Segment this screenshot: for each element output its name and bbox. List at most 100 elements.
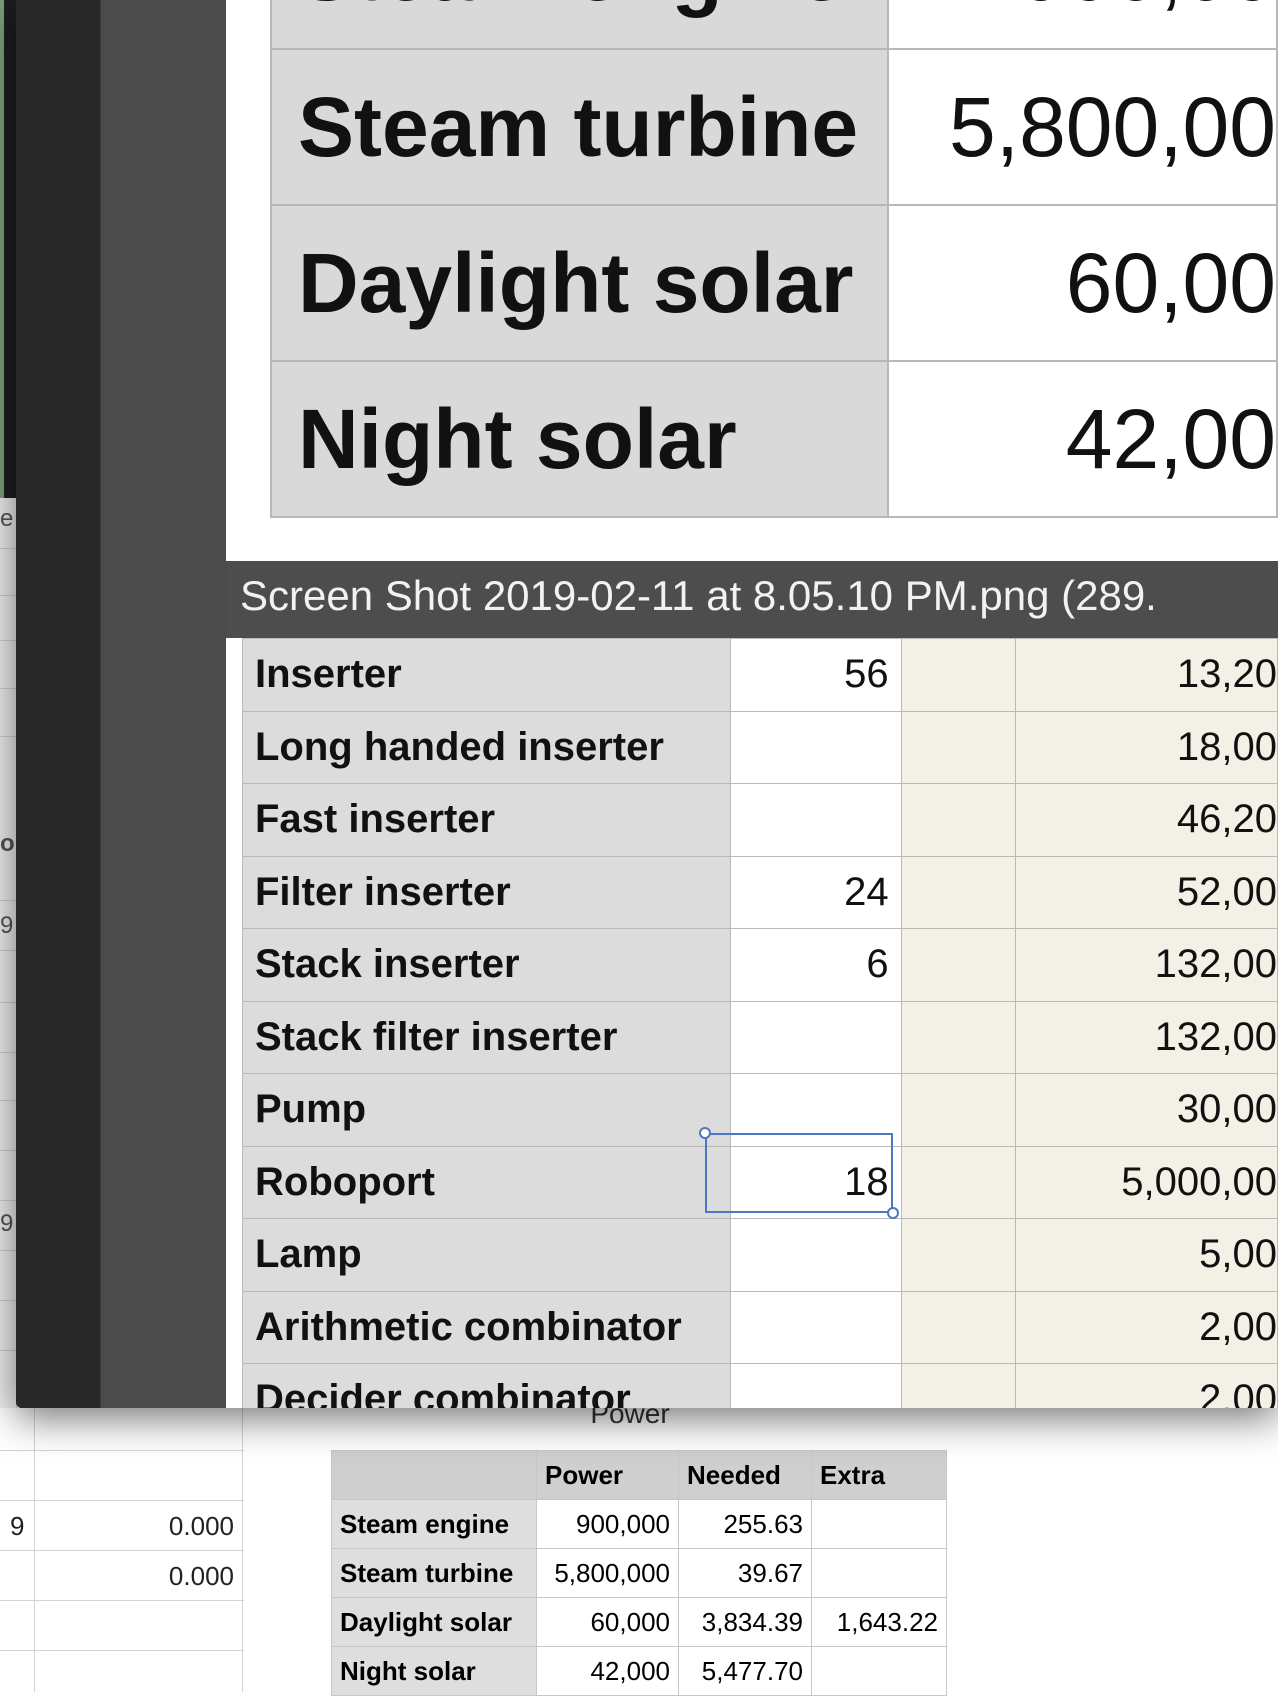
cell-power[interactable]: 42,000: [536, 1646, 679, 1696]
row-label: Filter inserter: [241, 855, 732, 929]
table-row: Filter inserter 24 52,00: [241, 855, 1278, 929]
image-power-table: Steam engine 900,00 Steam turbine 5,800,…: [270, 0, 1278, 518]
row-label: Stack inserter: [241, 928, 732, 1002]
table-row: Decider combinator 2,00: [241, 1363, 1278, 1408]
image-sheet-table: Inserter 56 13,20 Long handed inserter 18,00…: [241, 638, 1278, 1408]
selection-handle-top-left[interactable]: [699, 1127, 711, 1139]
table-row: Arithmetic combinator 2,00: [241, 1290, 1278, 1364]
grid-line: [0, 1450, 244, 1451]
left-edge-text: o: [0, 830, 15, 857]
cell-value[interactable]: 0.000: [150, 1511, 234, 1542]
row-label[interactable]: Night solar: [331, 1646, 537, 1696]
cell-extra[interactable]: [811, 1646, 947, 1696]
left-divider: [0, 1052, 16, 1053]
column-header[interactable]: Needed: [678, 1450, 812, 1500]
cell-needed[interactable]: 3,834.39: [678, 1597, 812, 1647]
selection-handle-bottom-right[interactable]: [887, 1207, 899, 1219]
cell-value: 60,00: [886, 204, 1278, 362]
cell-needed[interactable]: 39.67: [678, 1548, 812, 1598]
row-label[interactable]: Daylight solar: [331, 1597, 537, 1647]
cell-value[interactable]: 9: [10, 1511, 24, 1542]
cell-needed[interactable]: 5,477.70: [678, 1646, 812, 1696]
row-label[interactable]: Steam turbine: [331, 1548, 537, 1598]
cell-power: 132,00: [1015, 1000, 1278, 1074]
table-row: Long handed inserter 18,00: [241, 710, 1278, 784]
cell-empty: [900, 1363, 1017, 1408]
cell-quantity: 56: [730, 638, 902, 712]
cell-empty: [900, 1000, 1017, 1074]
table-row: Stack inserter 6 132,00: [241, 928, 1278, 1002]
cell-power[interactable]: 60,000: [536, 1597, 679, 1647]
cell-empty: [900, 1073, 1017, 1147]
row-label: Stack filter inserter: [241, 1000, 732, 1074]
left-divider: [0, 1300, 16, 1301]
cell-power[interactable]: 5,800,000: [536, 1548, 679, 1598]
cell-extra[interactable]: [811, 1499, 947, 1549]
row-label: Roboport: [241, 1145, 732, 1219]
grid-line: [0, 1500, 244, 1501]
row-label: Inserter: [241, 638, 732, 712]
preview-window: Steam engine 900,00 Steam turbine 5,800,…: [16, 0, 1278, 1408]
cell-quantity: 24: [730, 855, 902, 929]
row-label: Decider combinator: [241, 1363, 732, 1408]
row-label: Steam turbine: [270, 48, 889, 206]
cell-quantity: [730, 1000, 902, 1074]
table-row: Steam turbine 5,800,00: [270, 48, 1278, 206]
cell-value: 900,00: [886, 0, 1278, 50]
table-row: Fast inserter 46,20: [241, 783, 1278, 857]
left-divider: [0, 595, 16, 596]
left-edge-text: e: [0, 505, 14, 532]
table-row: Steam engine 900,000 255.63: [331, 1499, 947, 1549]
grid-line: [0, 1600, 244, 1601]
table-row: Daylight solar 60,000 3,834.39 1,643.22: [331, 1597, 947, 1647]
left-divider: [0, 900, 16, 901]
column-header[interactable]: Power: [536, 1450, 679, 1500]
cell-power: 18,00: [1015, 710, 1278, 784]
preview-sidebar: [16, 0, 100, 1408]
row-label[interactable]: Steam engine: [331, 1499, 537, 1549]
cell-value: 42,00: [886, 360, 1278, 518]
cell-empty: [900, 928, 1017, 1002]
table-row: Lamp 5,00: [241, 1218, 1278, 1292]
left-divider: [0, 548, 16, 549]
table-row: Inserter 56 13,20: [241, 638, 1278, 712]
row-label: Long handed inserter: [241, 710, 732, 784]
cell-value[interactable]: 0.000: [150, 1561, 234, 1592]
cell-power: 2,00: [1015, 1363, 1278, 1408]
left-edge-text: 9: [0, 1210, 14, 1237]
table-row: Steam engine 900,00: [270, 0, 1278, 50]
cell-quantity: [730, 783, 902, 857]
selected-cell-outline: [705, 1133, 893, 1213]
cell-power: 52,00: [1015, 855, 1278, 929]
cell-power: 46,20: [1015, 783, 1278, 857]
cell-quantity: [730, 1290, 902, 1364]
left-app-accent: [0, 0, 4, 500]
cell-extra[interactable]: 1,643.22: [811, 1597, 947, 1647]
row-label: Arithmetic combinator: [241, 1290, 732, 1364]
cell-power: 13,20: [1015, 638, 1278, 712]
row-label: Lamp: [241, 1218, 732, 1292]
cell-extra[interactable]: [811, 1548, 947, 1598]
cell-quantity: 6: [730, 928, 902, 1002]
cell-power: 30,00: [1015, 1073, 1278, 1147]
cell-quantity: [730, 710, 902, 784]
power-table: Power Needed Extra Steam engine 900,000 …: [331, 1450, 947, 1696]
table-row: Daylight solar 60,00: [270, 204, 1278, 362]
thumbnail-pane: [100, 0, 227, 1408]
left-divider: [0, 688, 16, 689]
cell-needed[interactable]: 255.63: [678, 1499, 812, 1549]
row-label: Pump: [241, 1073, 732, 1147]
left-sidebar-panel: [0, 498, 17, 1408]
column-header[interactable]: [331, 1450, 537, 1500]
left-divider: [0, 1200, 16, 1201]
cell-power[interactable]: 900,000: [536, 1499, 679, 1549]
cell-empty: [900, 638, 1017, 712]
cell-empty: [900, 1218, 1017, 1292]
left-divider: [0, 1250, 16, 1251]
cell-empty: [900, 710, 1017, 784]
left-divider: [0, 640, 16, 641]
grid-line: [0, 1550, 244, 1551]
image-filename-title[interactable]: Screen Shot 2019-02-11 at 8.05.10 PM.png…: [226, 561, 1278, 638]
column-header[interactable]: Extra: [811, 1450, 947, 1500]
left-divider: [0, 736, 16, 737]
